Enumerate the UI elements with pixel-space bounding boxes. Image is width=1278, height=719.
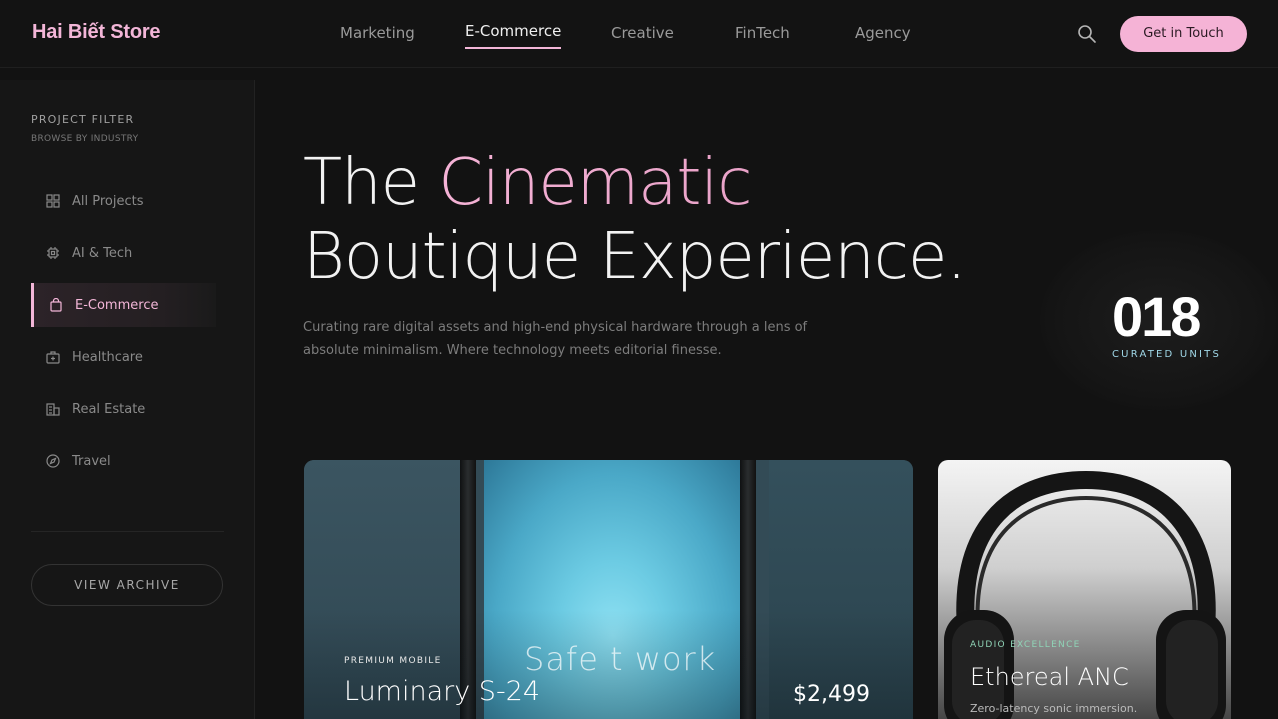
top-header: Hai Biết Store Marketing E-Commerce Crea…: [0, 0, 1278, 68]
nav-marketing[interactable]: Marketing: [340, 24, 415, 42]
search-icon[interactable]: [1077, 24, 1097, 44]
nav-ecommerce[interactable]: E-Commerce: [465, 22, 562, 49]
product-category: PREMIUM MOBILE: [344, 656, 442, 666]
filter-title: PROJECT FILTER: [31, 113, 135, 126]
get-in-touch-button[interactable]: Get in Touch: [1120, 16, 1247, 52]
filter-subtitle: BROWSE BY INDUSTRY: [31, 134, 139, 144]
view-archive-button[interactable]: VIEW ARCHIVE: [31, 564, 223, 606]
product-description: Zero-latency sonic immersion.: [970, 702, 1138, 715]
sidebar-item-label: Travel: [72, 453, 111, 469]
sidebar-item-all-projects[interactable]: All Projects: [31, 179, 216, 223]
product-category: AUDIO EXCELLENCE: [970, 640, 1081, 650]
sidebar-item-ecommerce[interactable]: E-Commerce: [31, 283, 216, 327]
sidebar-item-ai-tech[interactable]: AI & Tech: [31, 231, 216, 275]
medical-kit-icon: [46, 350, 60, 364]
compass-icon: [46, 454, 60, 468]
sidebar-item-healthcare[interactable]: Healthcare: [31, 335, 216, 379]
product-card-ethereal[interactable]: AUDIO EXCELLENCE Ethereal ANC Zero-laten…: [938, 460, 1231, 719]
hero-title-prefix: The: [303, 146, 439, 220]
sidebar-item-label: Real Estate: [72, 401, 146, 417]
hero-title-accent: Cinematic: [438, 146, 752, 220]
shopping-bag-icon: [49, 298, 63, 312]
sidebar-item-label: AI & Tech: [72, 245, 133, 261]
sidebar-divider: [31, 531, 224, 532]
nav-fintech[interactable]: FinTech: [735, 24, 790, 42]
phone-screen-text: Safe t work: [524, 640, 717, 678]
nav-agency[interactable]: Agency: [855, 24, 911, 42]
sidebar-item-label: E-Commerce: [75, 297, 159, 313]
hero-title-line2: Boutique Experience.: [303, 220, 967, 294]
sidebar-item-travel[interactable]: Travel: [31, 439, 216, 483]
sidebar-item-real-estate[interactable]: Real Estate: [31, 387, 216, 431]
chip-icon: [46, 246, 60, 260]
product-price: $2,499: [793, 682, 870, 707]
product-title: Luminary S-24: [344, 676, 541, 707]
sidebar-item-label: Healthcare: [72, 349, 143, 365]
product-title: Ethereal ANC: [970, 663, 1129, 691]
nav-creative[interactable]: Creative: [611, 24, 674, 42]
grid-icon: [46, 194, 60, 208]
building-icon: [46, 402, 60, 416]
hero-description: Curating rare digital assets and high-en…: [303, 320, 808, 358]
curated-units-count: 018: [1112, 285, 1201, 348]
product-card-luminary[interactable]: Safe t work PREMIUM MOBILE Luminary S-24…: [304, 460, 913, 719]
sidebar-item-label: All Projects: [72, 193, 144, 209]
sidebar: PROJECT FILTER BROWSE BY INDUSTRY All Pr…: [0, 80, 255, 719]
hero-title-line1: The Cinematic: [303, 146, 752, 220]
brand-logo[interactable]: Hai Biết Store: [32, 21, 161, 44]
curated-units-label: CURATED UNITS: [1112, 349, 1222, 360]
